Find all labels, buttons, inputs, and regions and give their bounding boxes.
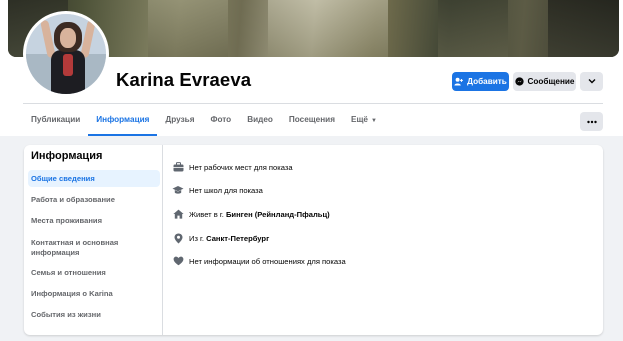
info-row-work: Нет рабочих мест для показа [172,161,293,173]
tab-posts[interactable]: Публикации [23,104,88,136]
info-lives-in-city[interactable]: Бинген (Рейнланд-Пфальц) [226,210,330,219]
tab-more-label: Ещё [351,115,368,124]
info-row-relationship: Нет информации об отношениях для показа [172,255,346,267]
info-row-from: Из г. Санкт-Петербург [172,232,269,244]
location-pin-icon [172,232,184,244]
about-title: Информация [31,150,103,162]
message-label: Сообщение [527,77,575,86]
tab-photos[interactable]: Фото [202,104,239,136]
info-education-text: Нет школ для показа [189,185,263,195]
graduation-cap-icon [172,184,184,196]
tabs-more-options-button[interactable] [580,112,603,131]
profile-tabs: Публикации Информация Друзья Фото Видео … [23,104,385,136]
tab-videos[interactable]: Видео [239,104,281,136]
messenger-icon [514,77,524,86]
message-button[interactable]: Сообщение [513,72,576,91]
chevron-down-icon [588,77,596,86]
profile-name: Karina Evraeva [116,69,252,90]
info-from-prefix: Из г. [189,233,207,243]
about-nav-life-events[interactable]: События из жизни [28,306,160,323]
heart-icon [172,255,184,267]
add-friend-button[interactable]: Добавить [452,72,509,91]
about-sidebar: Информация Общие сведения Работа и образ… [24,145,163,335]
info-row-lives-in: Живет в г. Бинген (Рейнланд-Пфальц) [172,208,330,220]
about-card: Информация Общие сведения Работа и образ… [24,145,603,335]
info-lives-in-text: Живет в г. Бинген (Рейнланд-Пфальц) [189,210,330,219]
about-nav-family-relationships[interactable]: Семья и отношения [28,264,160,281]
add-friend-icon [454,77,464,86]
info-from-city[interactable]: Санкт-Петербург [206,234,269,243]
briefcase-icon [172,161,184,173]
info-work-text: Нет рабочих мест для показа [189,162,293,172]
profile-avatar[interactable] [23,11,109,97]
info-from-text: Из г. Санкт-Петербург [189,234,269,243]
caret-down-icon: ▼ [370,118,377,124]
info-row-education: Нет школ для показа [172,184,263,196]
about-nav-work-education[interactable]: Работа и образование [28,191,160,208]
add-friend-label: Добавить [467,77,507,86]
about-nav-places-lived[interactable]: Места проживания [28,212,160,229]
more-actions-button[interactable] [580,72,603,91]
tab-about[interactable]: Информация [88,104,158,136]
tab-checkins[interactable]: Посещения [281,104,343,136]
info-lives-in-prefix: Живет в г. [189,209,226,219]
about-nav-details[interactable]: Информация о Karina [28,285,160,302]
info-relationship-text: Нет информации об отношениях для показа [189,256,346,266]
about-nav-overview[interactable]: Общие сведения [28,170,160,187]
about-nav-contact-info[interactable]: Контактная и основная информация [28,236,160,259]
profile-header: Karina Evraeva Добавить Сообщение Публик… [0,0,623,136]
ellipsis-icon [586,116,597,127]
tab-more[interactable]: Ещё ▼ [343,104,385,136]
tab-friends[interactable]: Друзья [157,104,202,136]
home-icon [172,208,184,220]
